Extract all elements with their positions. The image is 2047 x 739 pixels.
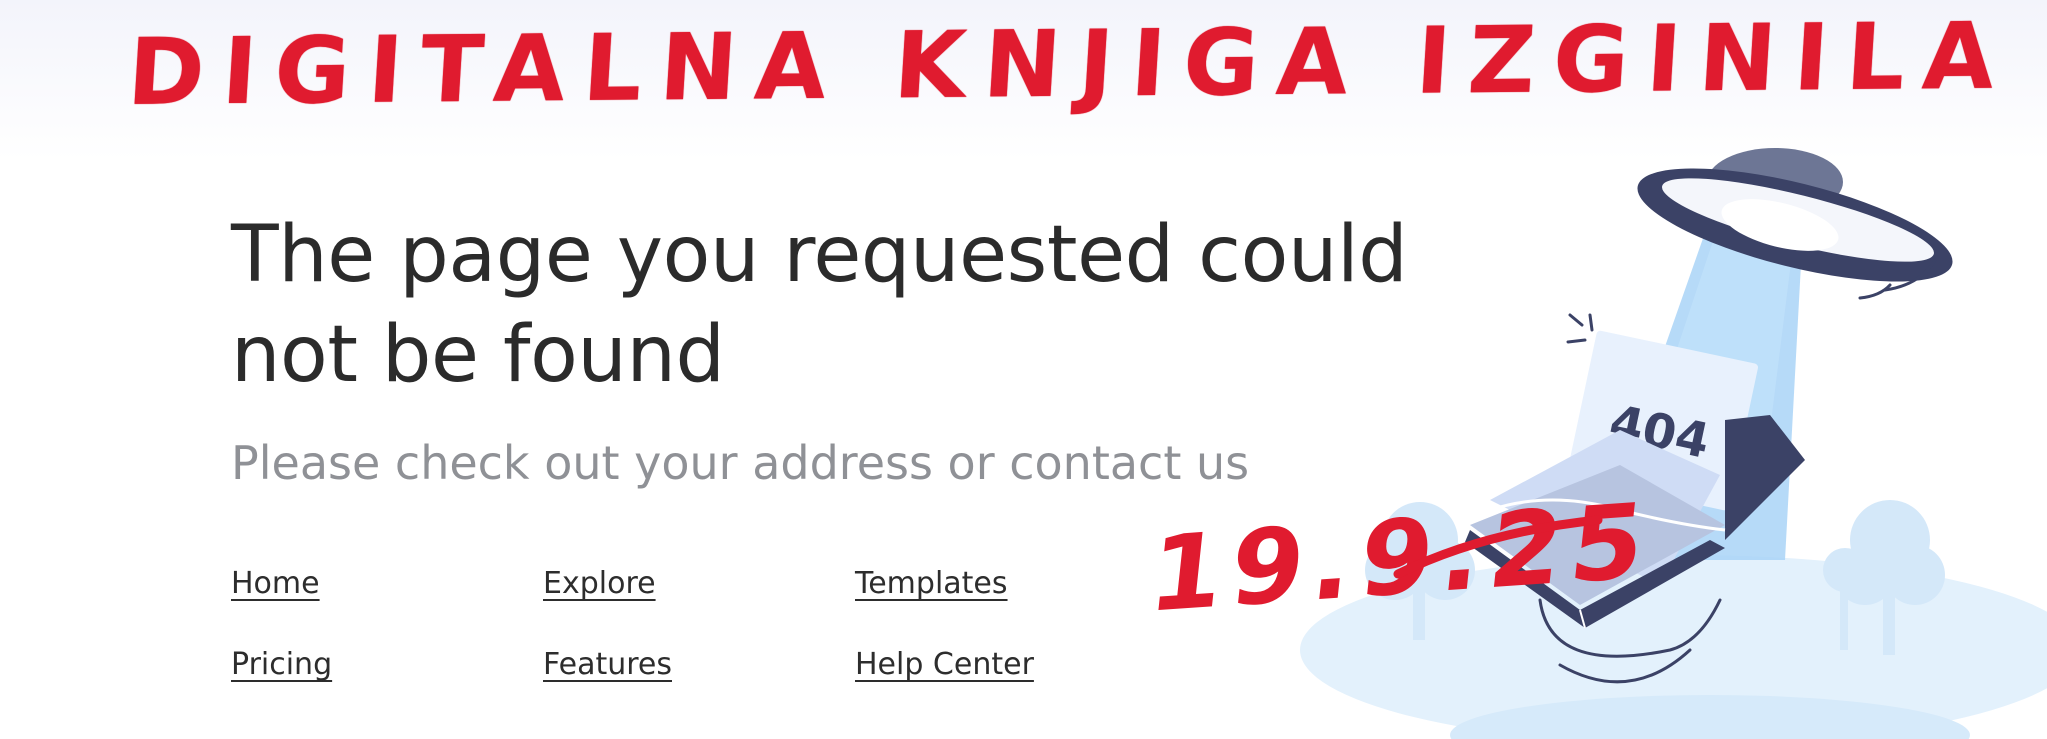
handwritten-title-annotation: DIGITALNA KNJIGA IZGINILA (124, 2, 2016, 126)
link-pricing[interactable]: Pricing (231, 641, 332, 722)
date-underline-stroke (1393, 515, 1603, 579)
link-home[interactable]: Home (231, 560, 320, 641)
link-explore[interactable]: Explore (543, 560, 656, 641)
link-features[interactable]: Features (543, 641, 672, 722)
ufo-book-illustration: 404 (1300, 148, 2047, 739)
error-page: DIGITALNA KNJIGA IZGINILA The page you r… (0, 0, 2047, 739)
footer-links: Home Explore Templates Pricing Features … (231, 560, 1167, 722)
link-help-center[interactable]: Help Center (855, 641, 1034, 722)
link-templates[interactable]: Templates (855, 560, 1008, 641)
spark-lines (1566, 313, 1594, 344)
